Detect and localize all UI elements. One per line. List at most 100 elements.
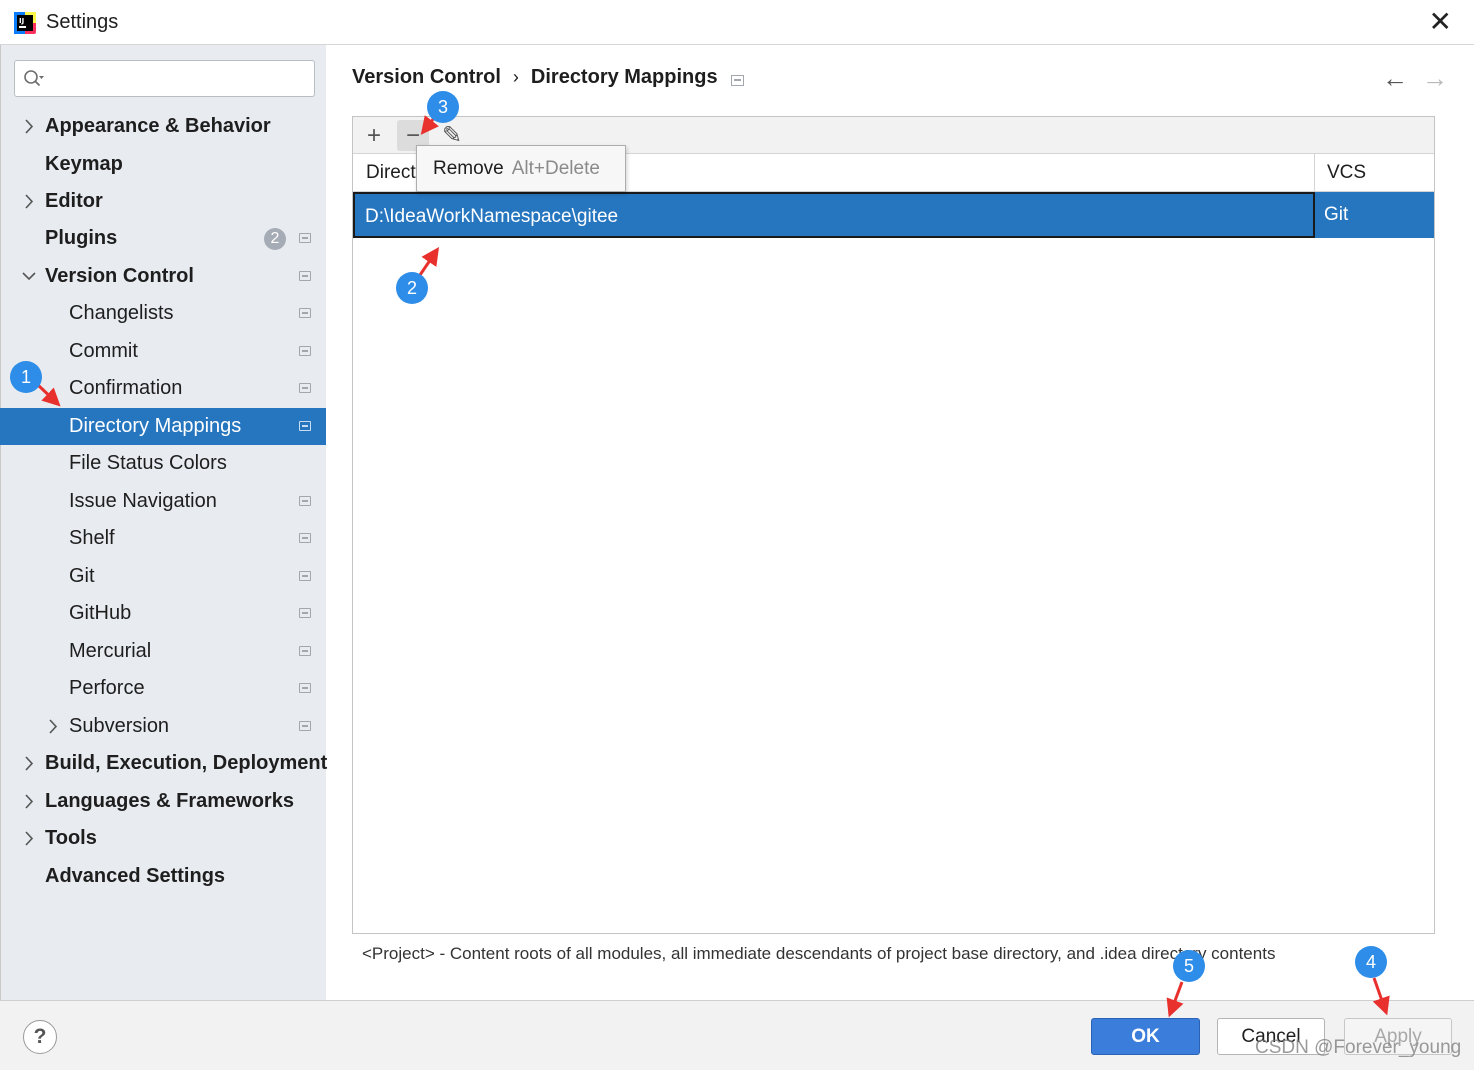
page-icon bbox=[299, 646, 311, 656]
sidebar-item-changelists[interactable]: Changelists bbox=[0, 295, 326, 332]
chevron-down-icon bbox=[22, 272, 36, 281]
sidebar-item-label: Directory Mappings bbox=[69, 415, 242, 437]
intellij-app-icon: IJ bbox=[14, 12, 36, 34]
page-icon bbox=[299, 571, 311, 581]
breadcrumb-separator: › bbox=[512, 67, 519, 87]
page-icon bbox=[299, 383, 311, 393]
close-icon[interactable]: ✕ bbox=[1429, 8, 1452, 36]
page-icon bbox=[299, 721, 311, 731]
page-icon bbox=[299, 496, 311, 506]
breadcrumb-current: Directory Mappings bbox=[530, 66, 718, 88]
annotation-marker-4: 4 bbox=[1355, 946, 1387, 978]
sidebar-item-label: Issue Navigation bbox=[69, 490, 217, 512]
sidebar-item-appearance-behavior[interactable]: Appearance & Behavior bbox=[0, 108, 326, 145]
sidebar-item-label: Languages & Frameworks bbox=[45, 790, 294, 812]
sidebar-item-label: Changelists bbox=[69, 302, 174, 324]
breadcrumb-parent[interactable]: Version Control bbox=[352, 66, 501, 88]
sidebar-item-label: Version Control bbox=[45, 265, 194, 287]
ok-button[interactable]: OK bbox=[1091, 1018, 1200, 1055]
sidebar-item-commit[interactable]: Commit bbox=[0, 333, 326, 370]
window-title: Settings bbox=[46, 11, 119, 33]
page-icon bbox=[299, 608, 311, 618]
sidebar-item-directory-mappings[interactable]: Directory Mappings bbox=[0, 408, 326, 445]
annotation-marker-5: 5 bbox=[1173, 950, 1205, 982]
remove-tooltip: Remove Alt+Delete bbox=[416, 145, 626, 192]
page-icon bbox=[299, 346, 311, 356]
page-icon bbox=[299, 533, 311, 543]
sidebar-item-tools[interactable]: Tools bbox=[0, 820, 326, 857]
chevron-right-icon bbox=[25, 794, 34, 809]
sidebar-item-editor[interactable]: Editor bbox=[0, 183, 326, 220]
search-icon bbox=[24, 70, 44, 87]
page-icon bbox=[731, 75, 744, 86]
plus-icon[interactable]: + bbox=[358, 120, 390, 151]
sidebar-item-label: Git bbox=[69, 565, 95, 587]
annotation-marker-1: 1 bbox=[10, 361, 42, 393]
sidebar-item-plugins[interactable]: Plugins 2 bbox=[0, 220, 326, 257]
sidebar-item-label: Appearance & Behavior bbox=[45, 115, 271, 137]
sidebar-item-label: GitHub bbox=[69, 602, 132, 624]
table-row[interactable]: D:\IdeaWorkNamespace\gitee Git bbox=[353, 192, 1434, 238]
title-bar: IJ Settings ✕ bbox=[0, 0, 1474, 45]
sidebar-item-languages-frameworks[interactable]: Languages & Frameworks bbox=[0, 783, 326, 820]
search-field[interactable] bbox=[14, 60, 315, 97]
chevron-right-icon bbox=[25, 831, 34, 846]
help-icon[interactable]: ? bbox=[23, 1020, 57, 1054]
sidebar-item-label: Perforce bbox=[69, 677, 145, 699]
sidebar-item-subversion[interactable]: Subversion bbox=[0, 708, 326, 745]
sidebar-item-label: Shelf bbox=[69, 527, 115, 549]
sidebar-item-version-control[interactable]: Version Control bbox=[0, 258, 326, 295]
sidebar-item-label: Mercurial bbox=[69, 640, 152, 662]
sidebar-item-label: Commit bbox=[69, 340, 138, 362]
vcs-cell[interactable]: Git bbox=[1324, 192, 1348, 238]
search-input[interactable] bbox=[49, 66, 309, 92]
svg-text:IJ: IJ bbox=[19, 17, 24, 25]
directory-cell[interactable]: D:\IdeaWorkNamespace\gitee bbox=[353, 192, 1315, 238]
sidebar-item-file-status-colors[interactable]: File Status Colors bbox=[0, 445, 326, 482]
sidebar-item-label: Tools bbox=[45, 827, 97, 849]
tooltip-label: Remove bbox=[433, 158, 504, 179]
page-icon bbox=[299, 683, 311, 693]
page-icon bbox=[299, 271, 311, 281]
directory-mappings-panel: + − ✎ Direct VCS D:\IdeaWorkNamespace\gi… bbox=[352, 116, 1435, 934]
sidebar-item-label: Editor bbox=[45, 190, 103, 212]
directory-path: D:\IdeaWorkNamespace\gitee bbox=[365, 206, 619, 227]
sidebar-item-mercurial[interactable]: Mercurial bbox=[0, 633, 326, 670]
sidebar-item-label: Subversion bbox=[69, 715, 170, 737]
sidebar-item-label: Confirmation bbox=[69, 377, 183, 399]
page-icon bbox=[299, 421, 311, 431]
sidebar-item-confirmation[interactable]: Confirmation bbox=[0, 370, 326, 407]
tooltip-shortcut: Alt+Delete bbox=[511, 158, 600, 179]
annotation-marker-2: 2 bbox=[396, 272, 428, 304]
back-arrow-icon[interactable]: ← bbox=[1382, 64, 1408, 92]
column-header-vcs[interactable]: VCS bbox=[1327, 154, 1366, 192]
breadcrumb: Version Control › Directory Mappings bbox=[352, 66, 718, 89]
sidebar-item-label: File Status Colors bbox=[69, 452, 227, 474]
sidebar-item-issue-navigation[interactable]: Issue Navigation bbox=[0, 483, 326, 520]
sidebar-item-label: Build, Execution, Deployment bbox=[45, 752, 328, 774]
page-icon bbox=[299, 233, 311, 243]
sidebar-item-build-execution-deployment[interactable]: Build, Execution, Deployment bbox=[0, 745, 328, 782]
chevron-right-icon bbox=[25, 119, 34, 134]
project-note: <Project> - Content roots of all modules… bbox=[362, 944, 1276, 963]
forward-arrow-icon[interactable]: → bbox=[1422, 64, 1448, 92]
watermark: CSDN @Forever_young bbox=[1255, 1037, 1462, 1058]
chevron-right-icon bbox=[49, 719, 58, 734]
sidebar-item-github[interactable]: GitHub bbox=[0, 595, 326, 632]
page-icon bbox=[299, 308, 311, 318]
sidebar-item-git[interactable]: Git bbox=[0, 558, 326, 595]
chevron-right-icon bbox=[25, 756, 34, 771]
plugins-update-badge: 2 bbox=[264, 228, 286, 250]
column-header-directory[interactable]: Direct bbox=[366, 154, 416, 192]
dialog-footer: ? OK Cancel Apply bbox=[0, 1000, 1474, 1070]
sidebar-item-advanced-settings[interactable]: Advanced Settings bbox=[0, 858, 326, 895]
sidebar-item-keymap[interactable]: Keymap bbox=[0, 146, 326, 183]
sidebar-item-shelf[interactable]: Shelf bbox=[0, 520, 326, 557]
sidebar-item-perforce[interactable]: Perforce bbox=[0, 670, 326, 707]
chevron-right-icon bbox=[25, 194, 34, 209]
sidebar-item-label: Plugins bbox=[45, 227, 118, 249]
column-divider bbox=[1314, 154, 1315, 192]
annotation-marker-3: 3 bbox=[427, 91, 459, 123]
sidebar-item-label: Keymap bbox=[45, 153, 123, 175]
sidebar-item-label: Advanced Settings bbox=[45, 865, 226, 887]
